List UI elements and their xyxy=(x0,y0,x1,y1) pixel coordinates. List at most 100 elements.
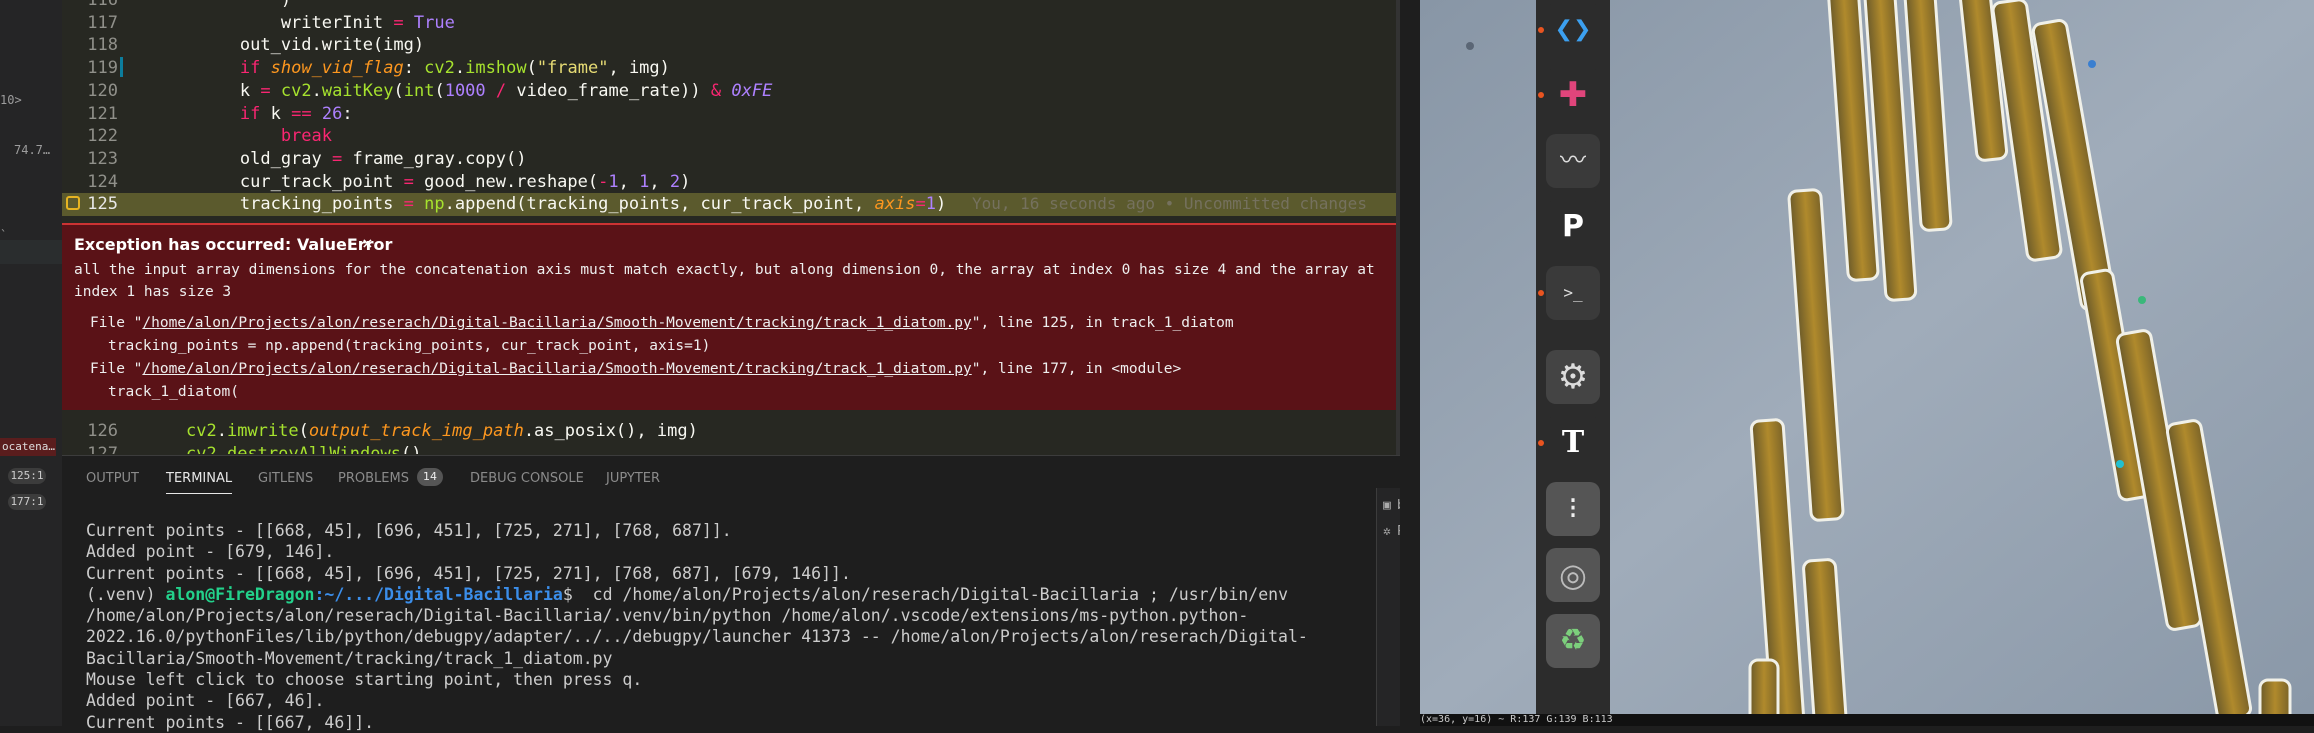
line-number: 126 xyxy=(87,421,118,441)
exception-tag[interactable]: ocatena… xyxy=(0,438,56,456)
trash-icon: ♻ xyxy=(1559,623,1587,658)
breakpoint-badge[interactable]: 125:1 xyxy=(8,468,46,484)
app-grid-icon: ⁝ xyxy=(1568,491,1578,526)
debug-icon[interactable]: ✲ xyxy=(1383,524,1391,539)
terminal-line: Current points - [[668, 45], [696, 451],… xyxy=(86,563,851,583)
image-status-bar: (x=36, y=16) ~ R:137 G:139 B:113 xyxy=(1420,714,2314,726)
dock-item-terminal[interactable]: >_ xyxy=(1538,266,1600,320)
line-number: 116 xyxy=(87,0,118,10)
dock-item-slack[interactable]: ✚ xyxy=(1538,68,1600,122)
dock-item-app-grid[interactable]: ⁝ xyxy=(1546,482,1600,536)
traceback-suffix: ", line 125, in track_1_diatom xyxy=(971,315,1234,331)
sidebar-fragment: 74.7… xyxy=(14,143,51,157)
track-point xyxy=(2088,60,2096,68)
code-text: if show_vid_flag: cv2.imshow("frame", im… xyxy=(239,58,670,79)
traceback-code: tracking_points = np.append(tracking_poi… xyxy=(108,338,711,354)
terminal-line: Mouse left click to choose starting poin… xyxy=(86,670,643,690)
sidebar-fragment: 10> xyxy=(0,93,22,107)
dock-item-typora[interactable]: T xyxy=(1538,416,1600,470)
line-number: 123 xyxy=(87,148,118,169)
traceback-prefix: File " xyxy=(90,361,143,377)
dock-item-disk[interactable]: ◎ xyxy=(1546,548,1600,602)
code-line: 126 cv2.imwrite(output_track_img_path.as… xyxy=(62,420,1400,443)
typora-icon: T xyxy=(1561,425,1585,460)
prompt-path: :~/.../Digital-Bacillaria xyxy=(314,584,563,604)
running-indicator xyxy=(1538,92,1544,98)
line-number: 117 xyxy=(87,12,118,33)
code-line: 117 writerInit = True xyxy=(62,12,1400,35)
debug-pointer-icon xyxy=(66,196,80,211)
dock-item-system-monitor[interactable]: 〰 xyxy=(1546,134,1600,188)
code-text: out_vid.write(img) xyxy=(158,35,425,56)
line-number: 119 xyxy=(87,58,118,79)
terminal-icon: >_ xyxy=(1563,283,1583,302)
terminal-command-line: (.venv) alon@FireDragon:~/.../Digital-Ba… xyxy=(86,584,1376,669)
traceback-frame: File "/home/alon/Projects/alon/reserach/… xyxy=(90,361,1181,377)
current-execution-line: 125 tracking_points = np.append(tracking… xyxy=(62,193,1400,216)
pushbullet-icon: P xyxy=(1562,209,1584,244)
close-icon[interactable]: × xyxy=(362,233,373,254)
code-text: if k == 26: xyxy=(239,103,353,124)
code-text: break xyxy=(280,126,333,147)
exception-widget: Exception has occurred: ValueError × all… xyxy=(62,223,1400,414)
terminal-list: ▣ b ✲ P xyxy=(1376,488,1405,726)
tab-jupyter[interactable]: JUPYTER xyxy=(606,471,660,486)
code-text: cv2.destroyAllWindows() xyxy=(186,444,422,454)
code-line: 120 k = cv2.waitKey(int(1000 / video_fra… xyxy=(62,80,1400,103)
slack-icon: ✚ xyxy=(1558,75,1588,115)
code-text: tracking_points = np.append(tracking_poi… xyxy=(158,194,947,215)
traceback-code: track_1_diatom( xyxy=(108,384,239,400)
code-line: 119 if show_vid_flag: cv2.imshow("frame"… xyxy=(62,57,1400,80)
code-text: old_gray = frame_gray.copy() xyxy=(158,148,527,169)
terminal-instance-icon[interactable]: ▣ xyxy=(1383,498,1391,513)
terminal-line: Current points - [[668, 45], [696, 451],… xyxy=(86,521,732,540)
venv-label: (.venv) xyxy=(86,584,166,604)
terminal-line: Added point - [679, 146]. xyxy=(86,542,335,562)
code-line: 127 cv2.destroyAllWindows() xyxy=(62,443,1400,454)
code-text: ) xyxy=(158,0,292,10)
code-editor-continued[interactable]: 126 cv2.imwrite(output_track_img_path.as… xyxy=(62,410,1400,454)
running-indicator xyxy=(1538,27,1544,33)
code-line: 124 cur_track_point = good_new.reshape(-… xyxy=(62,171,1400,194)
dock-item-settings[interactable]: ⚙ xyxy=(1546,350,1600,404)
traceback-file-link[interactable]: /home/alon/Projects/alon/reserach/Digita… xyxy=(142,361,971,377)
code-text: cur_track_point = good_new.reshape(-1, 1… xyxy=(158,171,691,192)
running-indicator xyxy=(1538,290,1544,296)
settings-icon: ⚙ xyxy=(1557,357,1589,397)
traceback-suffix: ", line 177, in <module> xyxy=(971,361,1182,377)
tab-problems[interactable]: PROBLEMS xyxy=(338,471,409,486)
code-line: 123 old_gray = frame_gray.copy() xyxy=(62,148,1400,171)
line-number: 127 xyxy=(87,444,118,454)
line-number: 118 xyxy=(87,35,118,56)
git-blame-annotation: You, 16 seconds ago • Uncommitted change… xyxy=(972,194,1367,214)
line-number: 120 xyxy=(87,80,118,101)
problems-count-badge: 14 xyxy=(417,468,443,486)
line-number: 124 xyxy=(87,171,118,192)
terminal-output[interactable]: Current points - [[668, 45], [696, 451],… xyxy=(86,520,1376,733)
traceback-prefix: File " xyxy=(90,315,143,331)
tab-gitlens[interactable]: GITLENS xyxy=(258,471,313,486)
bottom-panel: OUTPUT TERMINAL GITLENS PROBLEMS 14 DEBU… xyxy=(62,455,1400,732)
tab-debug-console[interactable]: DEBUG CONSOLE xyxy=(470,471,584,486)
exception-title: Exception has occurred: ValueError xyxy=(74,235,393,254)
tab-output[interactable]: OUTPUT xyxy=(86,471,139,486)
modified-line-marker xyxy=(120,57,123,78)
dock-item-pushbullet[interactable]: P xyxy=(1546,200,1600,254)
code-line: 121 if k == 26: xyxy=(62,103,1400,126)
prompt-user: alon@FireDragon xyxy=(165,584,315,604)
tab-terminal[interactable]: TERMINAL xyxy=(166,471,233,494)
left-sidebar-strip: 10> 74.7… ` ocatena… 125:1 177:1 xyxy=(0,0,62,726)
code-text: cv2.imwrite(output_track_img_path.as_pos… xyxy=(186,421,698,441)
code-line: 118 out_vid.write(img) xyxy=(62,34,1400,57)
dock-item-vscode[interactable]: ❮❯ xyxy=(1538,3,1600,57)
track-point xyxy=(2138,296,2146,304)
breakpoint-badge[interactable]: 177:1 xyxy=(8,494,46,510)
dock-item-trash[interactable]: ♻ xyxy=(1546,614,1600,668)
traceback-file-link[interactable]: /home/alon/Projects/alon/reserach/Digita… xyxy=(142,315,971,331)
sidebar-selected-row[interactable] xyxy=(0,240,62,264)
disk-icon: ◎ xyxy=(1559,556,1587,594)
window-gap xyxy=(1400,0,1420,726)
line-number: 121 xyxy=(87,103,118,124)
vscode-icon: ❮❯ xyxy=(1554,17,1592,42)
running-indicator xyxy=(1538,440,1544,446)
